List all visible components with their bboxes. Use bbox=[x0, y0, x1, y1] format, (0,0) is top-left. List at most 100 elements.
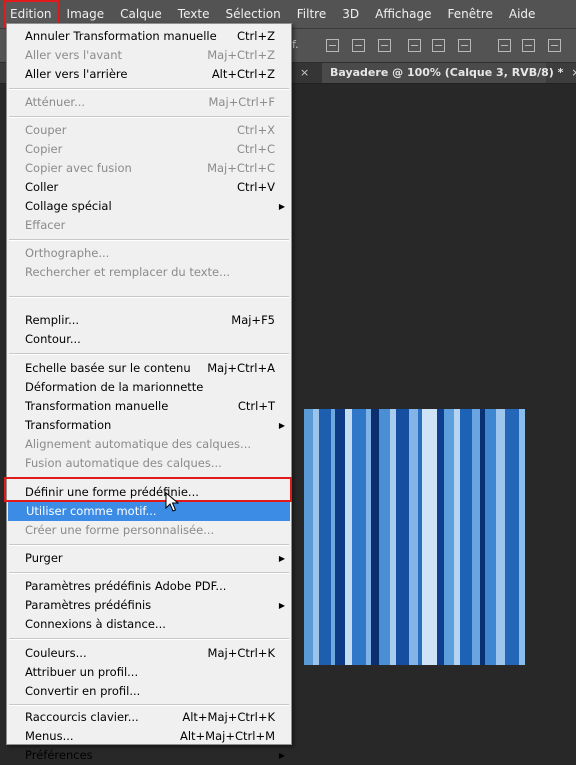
menu-item-label: Transformation bbox=[25, 418, 112, 432]
menu-item-transformation-manuelle[interactable]: Transformation manuelle Ctrl+T bbox=[7, 397, 291, 416]
align-right-icon[interactable] bbox=[458, 39, 471, 52]
menu-item-label: Fusion automatique des calques... bbox=[25, 456, 222, 470]
menu-separator bbox=[9, 353, 289, 355]
menu-item-convertir-en-profil[interactable]: Convertir en profil... bbox=[7, 682, 291, 701]
menu-separator bbox=[9, 544, 289, 546]
menu-item-label: Rechercher et remplacer du texte... bbox=[25, 265, 231, 279]
menu-item-raccourcis-clavier[interactable]: Raccourcis clavier... Alt+Maj+Ctrl+K bbox=[7, 708, 291, 727]
menu-item-aller-vers-l-arri-re[interactable]: Aller vers l'arrière Alt+Ctrl+Z bbox=[7, 65, 291, 84]
menu-item-label: Orthographe... bbox=[25, 246, 110, 260]
menu-item-label: Couleurs... bbox=[25, 646, 87, 660]
menu-item-label: Attribuer un profil... bbox=[25, 665, 139, 679]
menu-item-alignement-automatique-des-calques[interactable]: Alignement automatique des calques... bbox=[7, 435, 291, 454]
menu-item-connexions-distance[interactable]: Connexions à distance... bbox=[7, 615, 291, 634]
menu-separator bbox=[9, 296, 289, 298]
menu-item-contour[interactable]: Contour... bbox=[7, 330, 291, 349]
menu-item-label: Connexions à distance... bbox=[25, 617, 166, 631]
menu-item-coller[interactable]: Coller Ctrl+V bbox=[7, 178, 291, 197]
menu-item-d-formation-de-la-marionnette[interactable]: Déformation de la marionnette bbox=[7, 378, 291, 397]
align-hcenter-icon[interactable] bbox=[432, 39, 445, 52]
align-left-icon[interactable] bbox=[408, 39, 421, 52]
menu-item-copier-avec-fusion[interactable]: Copier avec fusion Maj+Ctrl+C bbox=[7, 159, 291, 178]
menu-item-label: Aller vers l'arrière bbox=[25, 67, 128, 81]
menu-item-att-nuer[interactable]: Atténuer... Maj+Ctrl+F bbox=[7, 93, 291, 112]
menu-item-label: Copier avec fusion bbox=[25, 161, 132, 175]
menu-item-menus[interactable]: Menus... Alt+Maj+Ctrl+M bbox=[7, 727, 291, 746]
menu-item-copier[interactable]: Copier Ctrl+C bbox=[7, 140, 291, 159]
menu-item-effacer[interactable]: Effacer bbox=[7, 216, 291, 235]
stripe bbox=[444, 409, 454, 665]
submenu-arrow-icon: ▶ bbox=[278, 554, 285, 563]
menu-item-rechercher-et-remplacer-du-texte[interactable]: Rechercher et remplacer du texte... bbox=[7, 263, 291, 282]
menu-item-cr-er-une-forme-personnalis-e[interactable]: Créer une forme personnalisée... bbox=[7, 521, 291, 540]
tab-title: Bayadere @ 100% (Calque 3, RVB/8) * bbox=[330, 66, 564, 79]
menu-item-shortcut: Ctrl+T bbox=[237, 399, 275, 413]
distribute-vcenter-icon[interactable] bbox=[522, 39, 535, 52]
menu-item-shortcut: Maj+Ctrl+K bbox=[207, 646, 275, 660]
menu-item-echelle-bas-e-sur-le-contenu[interactable]: Echelle basée sur le contenu Maj+Ctrl+A bbox=[7, 359, 291, 378]
menu-item-couleurs[interactable]: Couleurs... Maj+Ctrl+K bbox=[7, 644, 291, 663]
menu-item-label: Déformation de la marionnette bbox=[25, 380, 204, 394]
menu-separator bbox=[9, 239, 289, 241]
menu-item-param-tres-pr-d-finis-adobe-pdf[interactable]: Paramètres prédéfinis Adobe PDF... bbox=[7, 577, 291, 596]
stripe bbox=[485, 409, 496, 665]
distribute-bottom-icon[interactable] bbox=[548, 39, 561, 52]
menu-item-shortcut: Ctrl+V bbox=[237, 180, 275, 194]
tab-bayadere[interactable]: Bayadere @ 100% (Calque 3, RVB/8) * × bbox=[322, 63, 576, 83]
tab-inactive-document[interactable]: × bbox=[292, 63, 322, 83]
menu-item-label: Alignement automatique des calques... bbox=[25, 437, 252, 451]
submenu-arrow-icon: ▶ bbox=[278, 421, 285, 430]
menu-item-transformation[interactable]: Transformation ▶ bbox=[7, 416, 291, 435]
menu-item-label: Coller bbox=[25, 180, 59, 194]
stripe bbox=[460, 409, 472, 665]
submenu-arrow-icon: ▶ bbox=[278, 601, 285, 610]
menu-item-fusion-automatique-des-calques[interactable]: Fusion automatique des calques... bbox=[7, 454, 291, 473]
menu-item-label: Couper bbox=[25, 123, 67, 137]
mouse-cursor-icon bbox=[165, 492, 179, 512]
menu-item-label: Copier bbox=[25, 142, 63, 156]
menu-item-orthographe[interactable]: Orthographe... bbox=[7, 244, 291, 263]
menu-3d[interactable]: 3D bbox=[334, 0, 367, 28]
menu-item-shortcut: Alt+Ctrl+Z bbox=[211, 67, 275, 81]
menu-item-label: Purger bbox=[25, 551, 63, 565]
align-vcenter-icon[interactable] bbox=[352, 39, 365, 52]
align-bottom-icon[interactable] bbox=[378, 39, 391, 52]
menu-item-shortcut: Maj+F5 bbox=[231, 313, 275, 327]
menu-item-label: Atténuer... bbox=[25, 95, 86, 109]
close-icon[interactable]: × bbox=[571, 66, 576, 79]
close-icon[interactable]: × bbox=[300, 66, 309, 79]
menu-separator bbox=[9, 704, 289, 706]
menu-item-label: Convertir en profil... bbox=[25, 684, 141, 698]
menu-aide[interactable]: Aide bbox=[501, 0, 544, 28]
menu-affichage[interactable]: Affichage bbox=[367, 0, 439, 28]
canvas-image[interactable] bbox=[304, 409, 560, 665]
menu-item-collage-sp-cial[interactable]: Collage spécial ▶ bbox=[7, 197, 291, 216]
menu-item-label: Paramètres prédéfinis bbox=[25, 598, 152, 612]
menu-item-annuler-transformation-manuelle[interactable]: Annuler Transformation manuelle Ctrl+Z bbox=[7, 27, 291, 46]
menu-item-shortcut: Ctrl+Z bbox=[237, 29, 275, 43]
stripe bbox=[422, 409, 437, 665]
menu-item-label: Transformation manuelle bbox=[25, 399, 169, 413]
menu-item-aller-vers-l-avant[interactable]: Aller vers l'avant Maj+Ctrl+Z bbox=[7, 46, 291, 65]
menu-item-param-tres-pr-d-finis[interactable]: Paramètres prédéfinis ▶ bbox=[7, 596, 291, 615]
menu-item-shortcut: Maj+Ctrl+F bbox=[208, 95, 275, 109]
menu-item-label: Echelle basée sur le contenu bbox=[25, 361, 191, 375]
stripe bbox=[379, 409, 390, 665]
menu-item-attribuer-un-profil[interactable]: Attribuer un profil... bbox=[7, 663, 291, 682]
menu-item-shortcut: Alt+Maj+Ctrl+M bbox=[179, 729, 275, 743]
menu-item-purger[interactable]: Purger ▶ bbox=[7, 549, 291, 568]
menu-separator bbox=[9, 88, 289, 90]
distribute-top-icon[interactable] bbox=[498, 39, 511, 52]
menu-item-label: Raccourcis clavier... bbox=[25, 710, 139, 724]
menu-fenetre[interactable]: Fenêtre bbox=[439, 0, 500, 28]
menu-filtre[interactable]: Filtre bbox=[289, 0, 334, 28]
menu-item-label: Remplir... bbox=[25, 313, 80, 327]
align-top-icon[interactable] bbox=[326, 39, 339, 52]
menu-item-utiliser-comme-motif[interactable]: Utiliser comme motif... bbox=[8, 502, 290, 521]
stripe bbox=[352, 409, 366, 665]
menu-item-remplir[interactable]: Remplir... Maj+F5 bbox=[7, 311, 291, 330]
submenu-arrow-icon: ▶ bbox=[278, 202, 285, 211]
menu-separator bbox=[9, 572, 289, 574]
menu-item-couper[interactable]: Couper Ctrl+X bbox=[7, 121, 291, 140]
stripe bbox=[304, 409, 313, 665]
